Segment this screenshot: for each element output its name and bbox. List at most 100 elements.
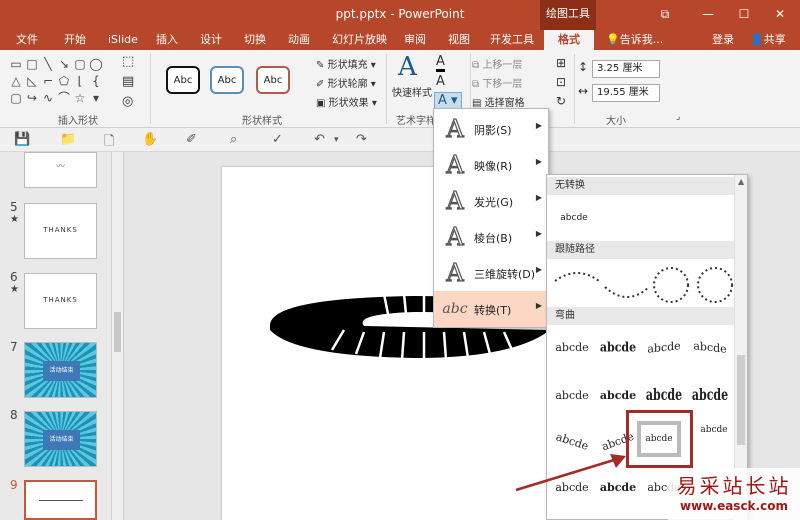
menu-item-glow[interactable]: A 发光(G) ▶ xyxy=(434,183,548,219)
tab-view[interactable]: 视图 xyxy=(442,30,476,50)
more-shapes-icon[interactable]: ▾ xyxy=(88,90,104,107)
brace-shape-icon[interactable]: { xyxy=(88,73,104,90)
rotate-icon[interactable]: ↻ xyxy=(556,94,566,108)
shape-width-input[interactable]: 19.55 厘米 xyxy=(592,84,660,102)
edit-shape-icon[interactable]: ⬚ xyxy=(122,54,134,69)
transform-none[interactable]: abcde xyxy=(553,207,595,229)
tab-islide[interactable]: iSlide xyxy=(102,30,144,50)
shape-style-1[interactable]: Abc xyxy=(166,66,200,94)
warp-chevron-down[interactable]: abcde xyxy=(597,385,639,407)
tell-me-search[interactable]: 💡告诉我... xyxy=(600,30,669,50)
shape-height-input[interactable]: 3.25 厘米 xyxy=(592,60,660,78)
group-icon[interactable]: ⊡ xyxy=(556,75,566,89)
tab-transitions[interactable]: 切换 xyxy=(238,30,272,50)
size-dialog-launcher-icon[interactable]: ⌟ xyxy=(676,112,680,122)
triangle-shape-icon[interactable]: △ xyxy=(8,73,24,90)
minimize-icon[interactable]: — xyxy=(700,6,716,22)
send-backward-button[interactable]: ⧉ 下移一层 xyxy=(472,75,522,90)
menu-item-3d-rotation[interactable]: A 三维旋转(D) ▶ xyxy=(434,255,548,291)
tab-format[interactable]: 格式 xyxy=(544,30,594,50)
close-icon[interactable]: ✕ xyxy=(772,6,788,22)
selection-pane-button[interactable]: ▤ 选择窗格 xyxy=(472,94,525,109)
scroll-up-icon[interactable]: ▲ xyxy=(738,177,744,186)
bracket-shape-icon[interactable]: ⌊ xyxy=(72,73,88,90)
arc-shape-icon[interactable]: ⌒ xyxy=(56,90,72,107)
open-folder-icon[interactable]: 📁 xyxy=(60,132,76,147)
path-arch-down[interactable] xyxy=(604,286,650,298)
warp-button[interactable]: abcde xyxy=(693,425,735,457)
star-shape-icon[interactable]: ☆ xyxy=(72,90,88,107)
slide-thumbnail-4[interactable]: 〰 xyxy=(24,152,97,188)
sign-in-link[interactable]: 登录 xyxy=(706,30,740,50)
menu-item-reflection[interactable]: A 映像(R) ▶ xyxy=(434,147,548,183)
menu-item-shadow[interactable]: A 阴影(S) ▶ xyxy=(434,111,548,147)
spell-check-icon[interactable]: ✓ xyxy=(272,132,283,147)
warp-stop[interactable]: abcde xyxy=(597,335,639,361)
warp-ring-inside[interactable]: abcde xyxy=(643,381,685,412)
tab-slideshow[interactable]: 幻灯片放映 xyxy=(326,30,393,50)
curve-shape-icon[interactable]: ∿ xyxy=(40,90,56,107)
bring-forward-button[interactable]: ⧉ 上移一层 xyxy=(472,56,522,71)
slide-thumbnail-6[interactable]: THANKS xyxy=(24,273,97,329)
merge-shapes-icon[interactable]: ◎ xyxy=(122,94,133,109)
gallery-scroll-thumb[interactable] xyxy=(737,355,745,445)
maximize-icon[interactable]: ☐ xyxy=(736,6,752,22)
line-shape-icon[interactable]: ╲ xyxy=(40,56,56,73)
tab-developer[interactable]: 开发工具 xyxy=(484,30,540,50)
slide-thumbnail-5[interactable]: THANKS xyxy=(24,203,97,259)
warp-chevron-up[interactable]: abcde xyxy=(551,385,593,407)
draw-textbox-icon[interactable]: ▤ xyxy=(122,74,134,89)
redo-icon[interactable]: ↷ xyxy=(356,132,367,147)
tab-design[interactable]: 设计 xyxy=(194,30,228,50)
tab-file[interactable]: 文件 xyxy=(10,30,44,50)
text-effects-button[interactable]: A ▾ xyxy=(434,92,462,109)
path-circle[interactable] xyxy=(653,267,689,303)
slide-thumbnail-9[interactable] xyxy=(24,480,97,520)
shapes-gallery[interactable]: ▭ □ ╲ ↘ ▢ ◯ △ ◺ ⌐ ⬠ ⌊ { ▢ ↪ ∿ ⌒ ☆ ▾ xyxy=(8,56,104,108)
quick-styles-button[interactable]: 快速样式 xyxy=(392,84,432,99)
path-arch-up[interactable] xyxy=(554,272,600,282)
format-painter-icon[interactable]: ✐ xyxy=(186,132,197,147)
quick-styles-icon[interactable]: A xyxy=(398,52,417,82)
restore-ribbon-icon[interactable]: ⧉ xyxy=(657,6,673,22)
menu-item-transform[interactable]: abc 转换(T) ▶ xyxy=(434,291,548,327)
touch-mode-icon[interactable]: ✋ xyxy=(142,132,158,147)
arrow-shape-icon[interactable]: ↪ xyxy=(24,90,40,107)
warp-circle-option[interactable]: abcde xyxy=(637,421,681,457)
warp-ring-outside[interactable]: abcde xyxy=(689,381,731,412)
shape-fill-button[interactable]: ✎ 形状填充 ▾ xyxy=(316,56,376,71)
warp-plain[interactable]: abcde xyxy=(551,337,593,359)
align-icon[interactable]: ⊞ xyxy=(556,56,566,70)
thumbnail-scrollbar[interactable] xyxy=(112,152,124,520)
rounded-rect-shape-icon[interactable]: ▢ xyxy=(8,90,24,107)
share-button[interactable]: 👤共享 xyxy=(744,30,792,50)
save-icon[interactable]: 💾 xyxy=(14,132,30,147)
shape-outline-button[interactable]: ✐ 形状轮廓 ▾ xyxy=(316,75,376,90)
path-button[interactable] xyxy=(697,267,733,303)
tab-insert[interactable]: 插入 xyxy=(150,30,184,50)
undo-dropdown-icon[interactable]: ▾ xyxy=(334,135,339,145)
rtriangle-shape-icon[interactable]: ◺ xyxy=(24,73,40,90)
pentagon-shape-icon[interactable]: ⬠ xyxy=(56,73,72,90)
tab-home[interactable]: 开始 xyxy=(58,30,92,50)
slide-thumbnail-7[interactable]: 活动结束 xyxy=(24,342,97,398)
ellipse-shape-icon[interactable]: ◯ xyxy=(88,56,104,73)
tab-animations[interactable]: 动画 xyxy=(282,30,316,50)
slide-thumbnail-8[interactable]: 活动结束 xyxy=(24,411,97,467)
square-shape-icon[interactable]: ▢ xyxy=(72,56,88,73)
warp-triangle-up[interactable]: abcde xyxy=(643,335,685,361)
tab-review[interactable]: 审阅 xyxy=(398,30,432,50)
text-fill-icon[interactable]: A xyxy=(436,54,445,72)
text-outline-icon[interactable]: A xyxy=(436,74,445,89)
menu-item-bevel[interactable]: A 棱台(B) ▶ xyxy=(434,219,548,255)
undo-icon[interactable]: ↶ xyxy=(314,132,325,147)
lshape-icon[interactable]: ⌐ xyxy=(40,73,56,90)
print-preview-icon[interactable]: ⌕ xyxy=(230,132,237,147)
shape-effects-button[interactable]: ▣ 形状效果 ▾ xyxy=(316,94,377,109)
warp-triangle-down[interactable]: abcde xyxy=(689,335,731,361)
scrollbar-thumb[interactable] xyxy=(114,312,121,352)
new-file-icon[interactable]: 🗋 xyxy=(104,132,114,154)
shape-style-3[interactable]: Abc xyxy=(256,66,290,94)
arrow-line-shape-icon[interactable]: ↘ xyxy=(56,56,72,73)
rect-shape-icon[interactable]: □ xyxy=(24,56,40,73)
